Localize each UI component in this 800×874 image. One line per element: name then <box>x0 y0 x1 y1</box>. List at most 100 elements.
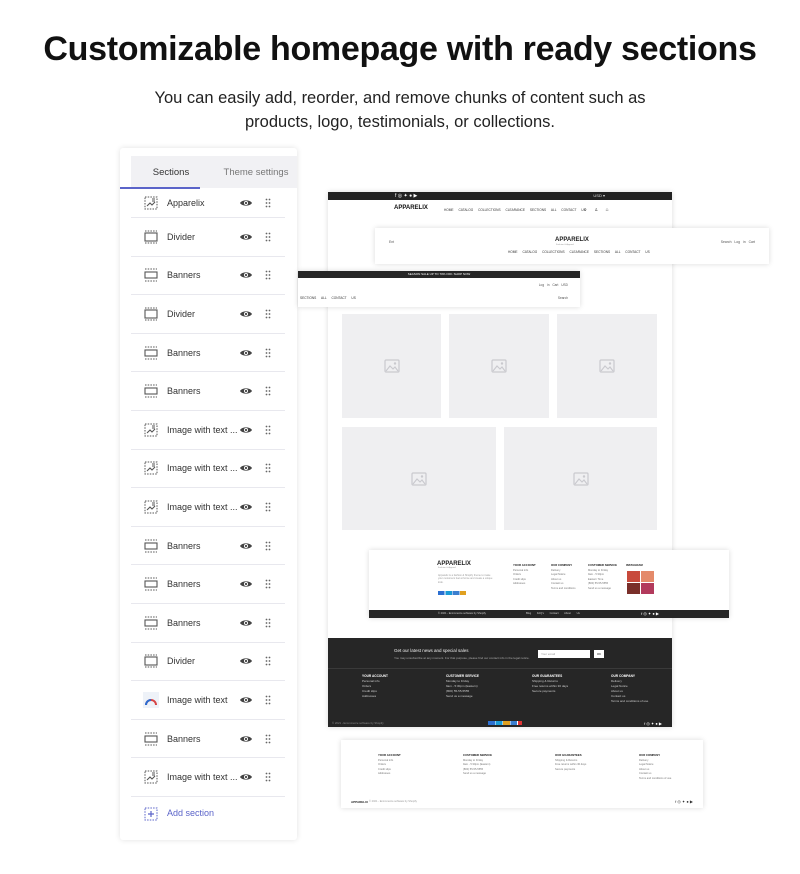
banner-icon <box>144 346 158 360</box>
drag-handle-icon[interactable] <box>265 425 271 435</box>
divider-icon <box>144 654 158 668</box>
social-icons: f ◎ ✦ ● ▶ <box>644 721 662 726</box>
footer-column: YOUR ACCOUNT Personal info Orders Credit sl… <box>378 753 401 775</box>
section-row[interactable]: Banners <box>131 372 285 411</box>
drag-handle-icon[interactable] <box>265 198 271 208</box>
header-nav: HOME CATALOG COLLECTIONS CLEARANCE SECTI… <box>508 250 650 254</box>
image-placeholder <box>449 314 549 418</box>
newsletter-title: Get our latest news and special sales <box>394 648 469 653</box>
drag-handle-icon[interactable] <box>265 348 271 358</box>
section-row[interactable]: Image with text ... <box>131 488 285 527</box>
visibility-eye-icon[interactable] <box>239 656 253 666</box>
newsletter-submit-button[interactable]: OK <box>594 650 604 658</box>
drag-handle-icon[interactable] <box>265 656 271 666</box>
header-variant-card: SEASON SALE UP TO 70% OFF. SHOP NOW Log … <box>298 271 580 307</box>
section-row[interactable]: Banners <box>131 334 285 373</box>
instagram-thumbnail[interactable] <box>627 583 640 594</box>
social-icons: f ◎ ✦ ● ▶ <box>641 611 659 616</box>
section-label: Banners <box>167 617 201 628</box>
footer-variant-card: YOUR ACCOUNT Personal info Orders Credit sl… <box>341 740 703 808</box>
section-row[interactable]: Divider <box>131 218 285 257</box>
section-label: Banners <box>167 540 201 551</box>
copyright: © 2021 - Ecommerce software by Shopify <box>332 721 384 725</box>
visibility-eye-icon[interactable] <box>239 463 253 473</box>
section-label: Image with text ... <box>167 772 238 783</box>
section-row[interactable]: Banners <box>131 565 285 604</box>
currency-selector: USD ▾ <box>593 193 605 198</box>
newsletter-email-input[interactable]: Your email <box>538 650 590 658</box>
hero-subtitle: You can easily add, reorder, and remove … <box>154 89 646 131</box>
section-label: Divider <box>167 231 196 242</box>
section-row[interactable]: Banners <box>131 720 285 759</box>
section-row[interactable]: Apparelix <box>131 189 285 218</box>
instagram-thumbnail[interactable] <box>641 583 654 594</box>
section-row[interactable]: Image with text ... <box>131 450 285 489</box>
visibility-eye-icon[interactable] <box>239 198 253 208</box>
footer-variant-card: APPARELIX Fashion & Apparel Apparelix is… <box>369 550 729 618</box>
section-row[interactable]: Divider <box>131 643 285 682</box>
add-section-icon <box>144 807 158 821</box>
search-link: Search <box>557 296 568 300</box>
tab-sections[interactable]: Sections <box>131 156 211 188</box>
visibility-eye-icon[interactable] <box>239 734 253 744</box>
visibility-eye-icon[interactable] <box>239 309 253 319</box>
drag-handle-icon[interactable] <box>265 309 271 319</box>
tab-theme-settings[interactable]: Theme settings <box>215 156 297 188</box>
add-section-button[interactable]: Add section <box>131 802 285 826</box>
footer-column: OUR GUARANTEES Shipping & Returns Free ret… <box>555 753 587 771</box>
section-label: Banners <box>167 386 201 397</box>
drag-handle-icon[interactable] <box>265 232 271 242</box>
preview-topbar: f ◎ ✦ ● ▶ USD ▾ <box>328 192 672 200</box>
image-placeholder-icon <box>383 359 400 373</box>
visibility-eye-icon[interactable] <box>239 618 253 628</box>
image-placeholder <box>504 427 657 530</box>
image-text-icon <box>144 196 158 210</box>
visibility-eye-icon[interactable] <box>239 579 253 589</box>
visibility-eye-icon[interactable] <box>239 425 253 435</box>
visibility-eye-icon[interactable] <box>239 270 253 280</box>
section-row[interactable]: Banners <box>131 257 285 296</box>
header-nav: SECTIONS ALL CONTACT US <box>300 296 356 300</box>
section-label: Divider <box>167 656 196 667</box>
newsletter-footer: Get our latest news and special sales Yo… <box>328 638 672 727</box>
instagram-thumbnail[interactable] <box>627 571 640 582</box>
visibility-eye-icon[interactable] <box>239 695 253 705</box>
section-list: Apparelix Divider Banners Divider Banners Ban… <box>131 189 285 797</box>
preview-header-icons: ⌕ ♙ ⌂ <box>584 207 612 213</box>
drag-handle-icon[interactable] <box>265 618 271 628</box>
visibility-eye-icon[interactable] <box>239 348 253 358</box>
header-variant-card: Ent APPARELIX Fashion & Apparel HOME CAT… <box>375 228 769 264</box>
hero-title: Customizable homepage with ready section… <box>43 30 757 68</box>
drag-handle-icon[interactable] <box>265 734 271 744</box>
visibility-eye-icon[interactable] <box>239 232 253 242</box>
section-row[interactable]: Divider <box>131 295 285 334</box>
header-actions: Log in Cart USD <box>538 283 568 287</box>
footer-logo: APPARELIX <box>351 800 368 804</box>
banner-icon <box>144 268 158 282</box>
visibility-eye-icon[interactable] <box>239 772 253 782</box>
drag-handle-icon[interactable] <box>265 463 271 473</box>
section-row[interactable]: Banners <box>131 527 285 566</box>
drag-handle-icon[interactable] <box>265 502 271 512</box>
visibility-eye-icon[interactable] <box>239 541 253 551</box>
image-placeholder-icon <box>599 359 615 373</box>
header-actions: Search Log in Cart <box>720 240 755 244</box>
drag-handle-icon[interactable] <box>265 695 271 705</box>
image-placeholder <box>557 314 657 418</box>
currency-selector[interactable]: Ent <box>389 240 394 244</box>
section-row[interactable]: Image with text ... <box>131 758 285 797</box>
section-row[interactable]: Image with text ... <box>131 411 285 450</box>
visibility-eye-icon[interactable] <box>239 502 253 512</box>
section-label: Image with text ... <box>167 424 238 435</box>
section-label: Divider <box>167 308 196 319</box>
drag-handle-icon[interactable] <box>265 270 271 280</box>
drag-handle-icon[interactable] <box>265 541 271 551</box>
section-row[interactable]: Image with text <box>131 681 285 720</box>
visibility-eye-icon[interactable] <box>239 386 253 396</box>
drag-handle-icon[interactable] <box>265 579 271 589</box>
drag-handle-icon[interactable] <box>265 386 271 396</box>
drag-handle-icon[interactable] <box>265 772 271 782</box>
section-row[interactable]: Banners <box>131 604 285 643</box>
instagram-thumbnail[interactable] <box>641 571 654 582</box>
payment-icons <box>438 591 466 595</box>
